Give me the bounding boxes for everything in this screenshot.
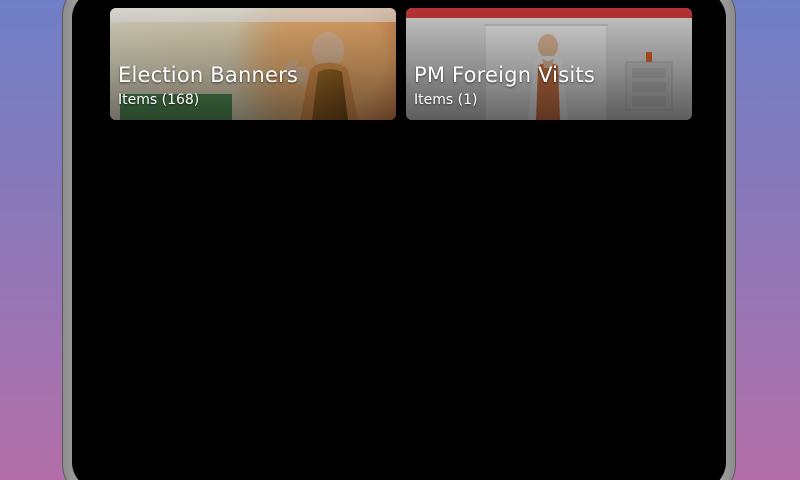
card-title: Election Banners bbox=[118, 63, 299, 87]
phone-screen-bezel: Election Banners Items (168) PM Foreign … bbox=[72, 0, 726, 480]
phone-frame: Election Banners Items (168) PM Foreign … bbox=[62, 0, 736, 480]
card-title: PM Foreign Visits bbox=[414, 63, 595, 87]
card-item-count: Items (168) bbox=[118, 92, 200, 108]
card-item-count: Items (1) bbox=[414, 92, 478, 108]
app-screen: Election Banners Items (168) PM Foreign … bbox=[110, 8, 716, 480]
category-grid: Election Banners Items (168) PM Foreign … bbox=[110, 8, 716, 128]
category-card-election-banners[interactable]: Election Banners Items (168) bbox=[110, 8, 396, 120]
category-card-pm-foreign-visits[interactable]: PM Foreign Visits Items (1) bbox=[406, 8, 692, 120]
